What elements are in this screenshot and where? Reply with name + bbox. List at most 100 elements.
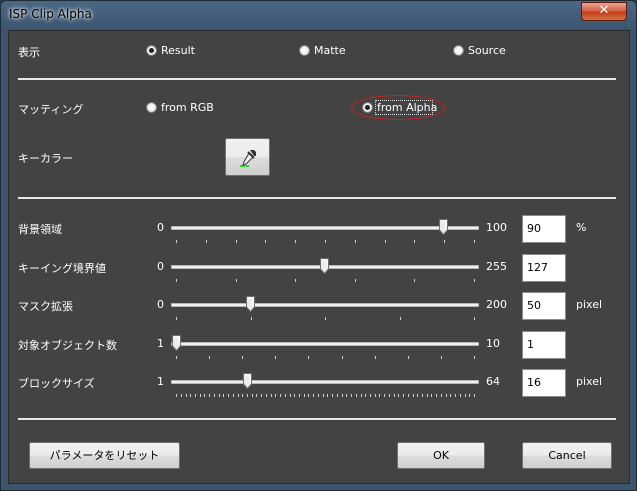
matting-rgb-label: from RGB: [161, 101, 214, 114]
slider-value-field[interactable]: 127: [522, 254, 566, 282]
slider-value-field[interactable]: 1: [522, 331, 566, 359]
slider-tick: [365, 394, 367, 397]
slider-max-label: 64: [486, 375, 500, 388]
slider-tick: [299, 394, 300, 397]
slider-value-field[interactable]: 90: [522, 215, 566, 243]
display-source-radio[interactable]: [453, 45, 464, 56]
matting-alpha-radio[interactable]: [362, 102, 373, 113]
separator: [18, 197, 616, 199]
slider-min-label: 1: [157, 375, 164, 388]
slider-tick: [360, 394, 362, 397]
slider-tick: [369, 394, 371, 397]
slider-max-label: 255: [486, 260, 507, 273]
slider-thumb[interactable]: [172, 335, 181, 352]
matting-rgb-radio[interactable]: [146, 102, 157, 113]
display-matte-label: Matte: [314, 44, 346, 57]
slider-tick: [450, 394, 452, 397]
dialog-client-area: 表示 Result Matte Source マッティング from RGB f…: [8, 30, 630, 484]
slider-track[interactable]: [171, 380, 479, 384]
slider-tick: [407, 394, 409, 397]
slider-tick: [407, 356, 409, 359]
slider-tick: [327, 394, 329, 397]
slider-tick: [235, 240, 237, 243]
slider-tick: [322, 394, 324, 397]
slider-tick: [199, 394, 201, 397]
slider-tick: [317, 394, 319, 397]
slider-tick: [325, 317, 326, 320]
slider-tick: [265, 394, 267, 397]
slider-tick: [384, 240, 386, 243]
cancel-button[interactable]: Cancel: [522, 442, 612, 469]
slider-tick: [190, 394, 192, 397]
title-bar[interactable]: ISP Clip Alpha ✕: [1, 1, 637, 29]
close-icon: ✕: [598, 3, 610, 18]
slider-tick: [354, 240, 356, 243]
slider-track[interactable]: [171, 226, 479, 230]
slider-tick: [223, 394, 225, 397]
slider-tick: [431, 394, 433, 397]
slider-tick: [436, 394, 438, 397]
slider-tick: [426, 394, 428, 397]
slider-tick: [295, 279, 297, 282]
slider-tick: [308, 356, 310, 359]
slider-tick: [235, 279, 237, 282]
slider-tick: [213, 394, 215, 397]
slider-thumb[interactable]: [439, 219, 449, 236]
slider-tick: [336, 394, 338, 397]
slider-tick: [237, 394, 239, 397]
slider-tick: [440, 394, 442, 397]
separator: [18, 418, 616, 420]
key-color-label: キーカラー: [18, 152, 73, 165]
slider-tick: [474, 317, 475, 320]
slider-tick: [332, 394, 334, 397]
slider-min-label: 0: [157, 221, 164, 234]
slider-value-field[interactable]: 50: [522, 292, 566, 320]
slider-tick: [393, 394, 395, 397]
separator: [18, 78, 616, 80]
slider-max-label: 100: [486, 221, 507, 234]
slider-tick: [445, 394, 447, 397]
slider-tick: [242, 394, 244, 397]
slider-tick: [176, 356, 177, 359]
slider-unit-label: pixel: [576, 298, 603, 311]
close-button[interactable]: ✕: [581, 2, 627, 21]
slider-tick: [205, 240, 207, 243]
slider-tick: [204, 394, 206, 397]
slider-tick: [209, 394, 211, 397]
slider-track[interactable]: [171, 342, 479, 346]
slider-tick: [374, 394, 376, 397]
slider-tick: [176, 240, 177, 243]
slider-thumb[interactable]: [319, 258, 329, 275]
slider-thumb[interactable]: [242, 373, 252, 390]
slider-tick: [325, 240, 326, 243]
slider-unit-label: %: [576, 221, 587, 234]
slider-tick: [303, 394, 305, 397]
slider-value-field[interactable]: 16: [522, 369, 566, 397]
key-color-picker-button[interactable]: [225, 138, 270, 176]
display-source-label: Source: [468, 44, 506, 57]
display-result-radio[interactable]: [146, 45, 157, 56]
slider-tick: [422, 394, 423, 397]
slider-tick: [354, 279, 356, 282]
slider-tick: [440, 356, 442, 359]
slider-min-label: 0: [157, 298, 164, 311]
eyedropper-icon: [239, 150, 256, 167]
slider-tick: [228, 394, 229, 397]
slider-tick: [341, 356, 343, 359]
slider-unit-label: pixel: [576, 375, 603, 388]
ok-button[interactable]: OK: [397, 442, 485, 469]
slider-tick: [256, 394, 258, 397]
slider-tick: [464, 394, 466, 397]
slider-tick: [261, 394, 263, 397]
slider-track[interactable]: [171, 303, 479, 307]
slider-tick: [294, 394, 296, 397]
display-matte-radio[interactable]: [299, 45, 310, 56]
window-title: ISP Clip Alpha: [9, 7, 92, 21]
reset-parameters-button[interactable]: パラメータをリセット: [29, 442, 180, 469]
slider-tick: [474, 356, 475, 359]
slider-tick: [308, 394, 310, 397]
slider-tick: [474, 279, 475, 282]
slider-max-label: 200: [486, 298, 507, 311]
slider-label: マスク拡張: [18, 300, 73, 313]
slider-thumb[interactable]: [246, 296, 256, 313]
